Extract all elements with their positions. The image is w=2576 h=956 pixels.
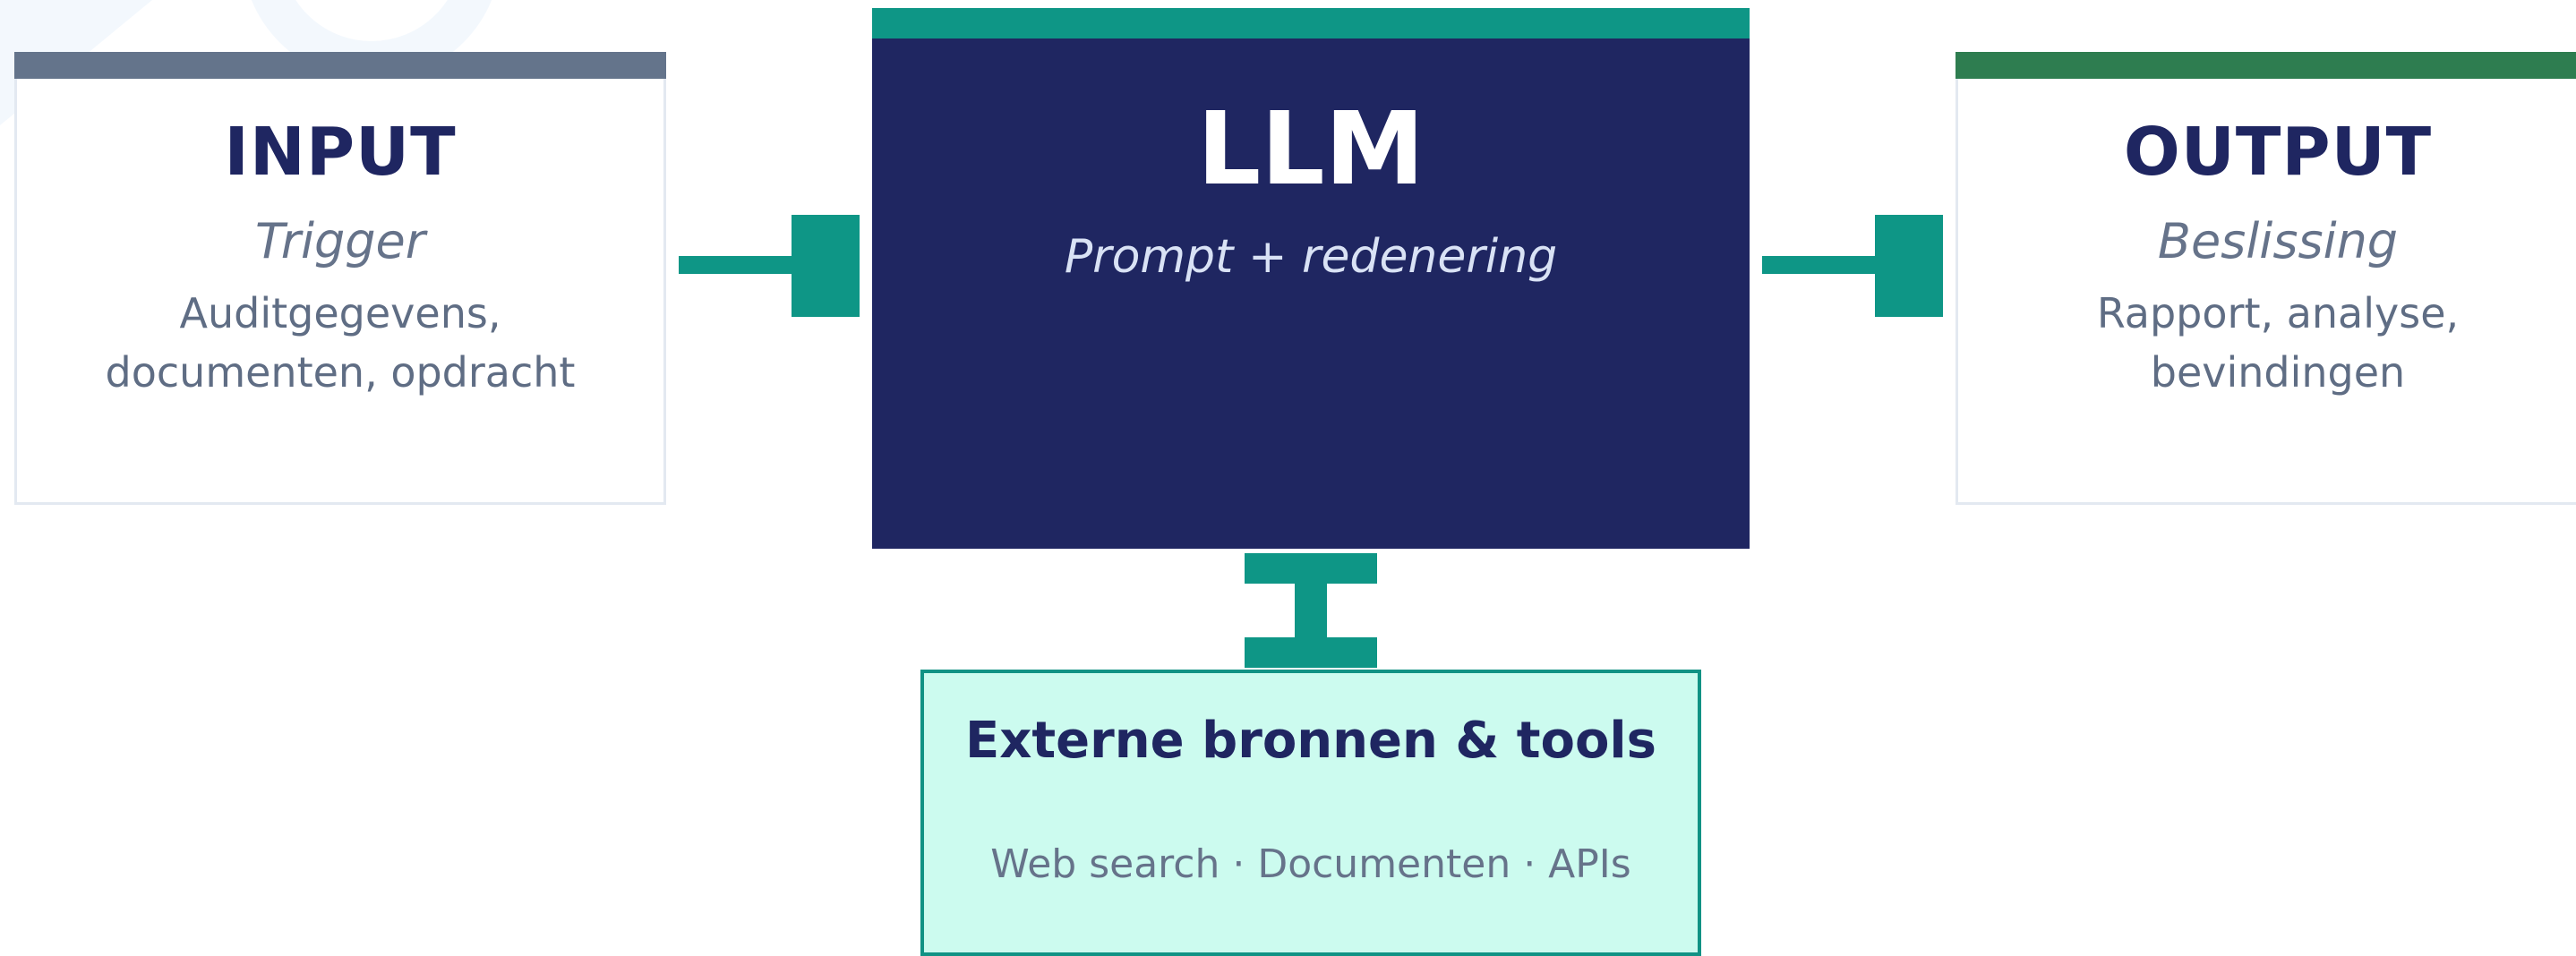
output-description-line-2: bevindingen (2150, 348, 2406, 397)
external-connector-top (1245, 553, 1377, 584)
external-card: Externe bronnen & tools Web search · Doc… (920, 670, 1701, 956)
output-title: OUTPUT (2123, 114, 2433, 191)
input-card: INPUT Trigger Auditgegevens, documenten,… (14, 52, 666, 505)
input-description: Auditgegevens, documenten, opdracht (17, 284, 663, 402)
output-subtitle: Beslissing (2157, 213, 2399, 269)
output-accent-bar (1956, 52, 2576, 79)
output-card: OUTPUT Beslissing Rapport, analyse, bevi… (1956, 52, 2576, 505)
input-description-line-2: documenten, opdracht (105, 348, 576, 397)
output-connector-plug (1875, 215, 1943, 317)
input-title: INPUT (224, 114, 457, 191)
input-accent-bar (14, 52, 666, 79)
llm-card: LLM Prompt + redenering (872, 38, 1750, 549)
input-connector-stem (679, 256, 793, 274)
external-title: Externe bronnen & tools (965, 712, 1656, 770)
llm-accent-bar (872, 8, 1750, 38)
external-connector-bottom (1245, 637, 1377, 668)
input-subtitle: Trigger (255, 213, 425, 269)
output-connector-stem (1762, 256, 1877, 274)
input-connector-plug (792, 215, 860, 317)
input-description-line-1: Auditgegevens, (179, 289, 501, 337)
external-description: Web search · Documenten · APIs (990, 841, 1631, 887)
output-description-line-1: Rapport, analyse, (2096, 289, 2460, 337)
external-connector-stem (1295, 582, 1327, 639)
output-description: Rapport, analyse, bevindingen (1958, 284, 2576, 402)
llm-subtitle: Prompt + redenering (1064, 230, 1558, 284)
llm-title: LLM (1196, 91, 1425, 208)
